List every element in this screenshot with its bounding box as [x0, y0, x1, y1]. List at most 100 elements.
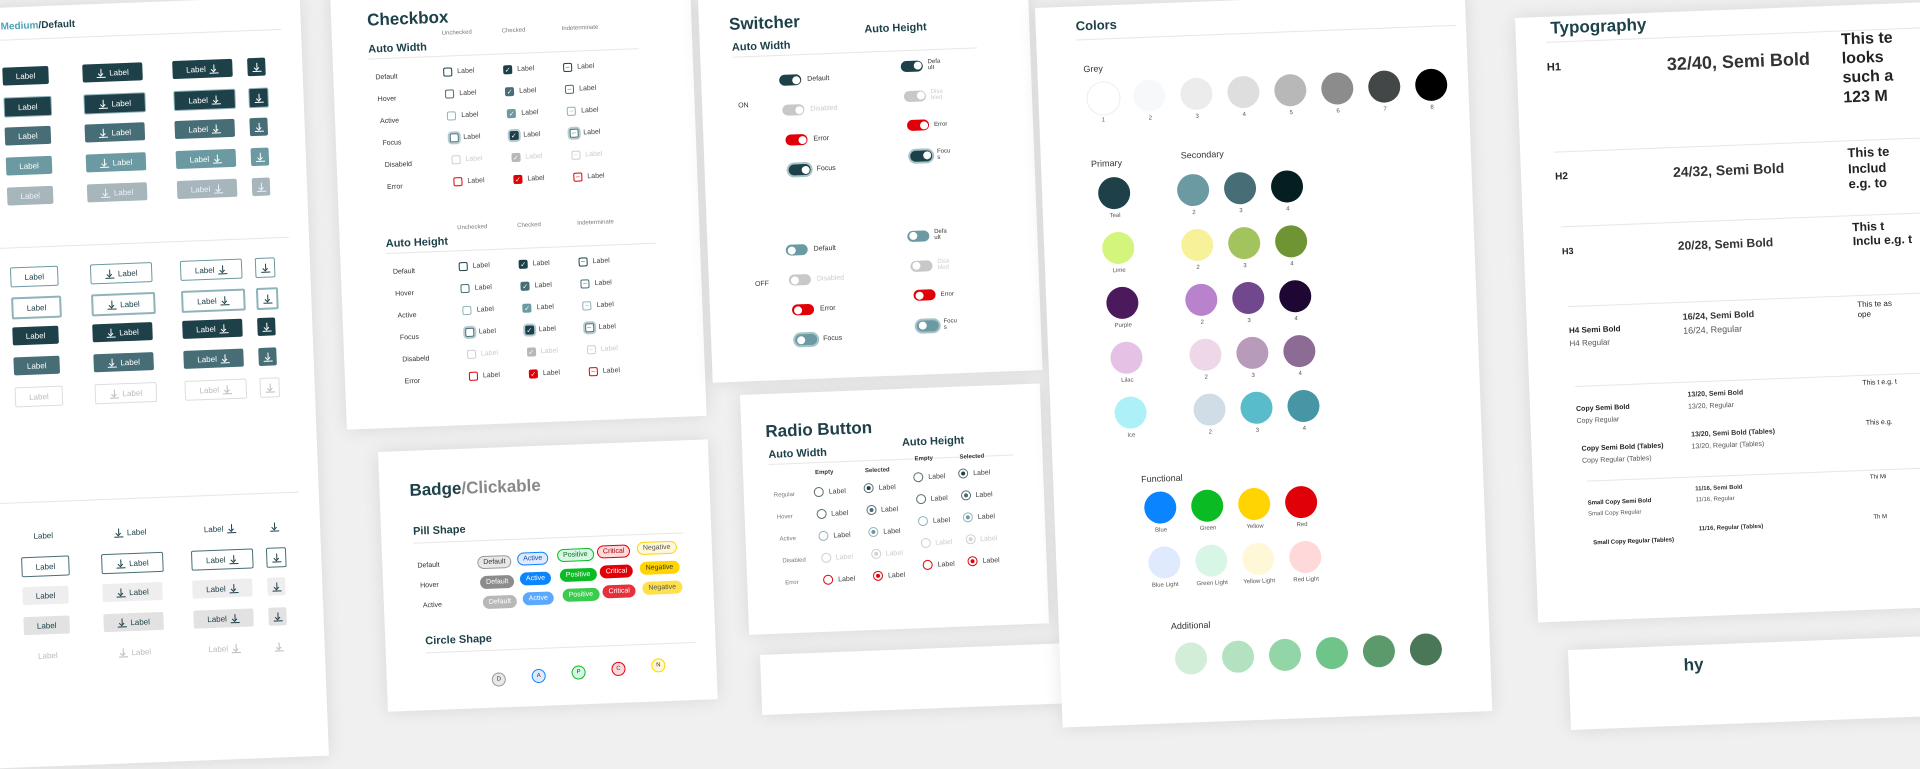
checkbox-item[interactable]: Label — [447, 110, 479, 121]
toggle-switch[interactable] — [910, 149, 933, 162]
button[interactable]: Label — [190, 518, 251, 538]
checkbox-indeterminate[interactable]: – — [582, 301, 592, 311]
radio-empty[interactable] — [815, 508, 827, 520]
radio-item[interactable]: Label — [965, 533, 998, 545]
button[interactable]: Label — [176, 178, 238, 200]
radio-item[interactable]: Label — [815, 508, 849, 520]
checkbox-checked[interactable]: ✓ — [526, 347, 537, 357]
checkbox-item[interactable]: ✓ Label — [524, 325, 556, 335]
badge-negative[interactable]: Negative — [636, 540, 677, 556]
button[interactable] — [247, 57, 266, 77]
radio-selected[interactable] — [868, 526, 879, 538]
toggle-switch[interactable] — [907, 229, 930, 242]
checkbox[interactable] — [451, 155, 461, 165]
checkbox-item[interactable]: – Label — [573, 172, 605, 182]
radio-selected[interactable] — [965, 534, 976, 545]
badge-positive[interactable]: Positive — [562, 587, 600, 603]
radio-empty[interactable] — [922, 559, 933, 571]
checkbox-indeterminate[interactable]: – — [567, 106, 577, 116]
button[interactable]: Label — [85, 152, 147, 173]
checkbox-item[interactable]: – Label — [582, 300, 614, 311]
button[interactable]: Label — [183, 348, 244, 369]
checkbox-checked[interactable]: ✓ — [520, 281, 530, 291]
button[interactable]: Label — [3, 95, 53, 118]
toggle-switch[interactable] — [785, 133, 808, 146]
checkbox-item[interactable]: – Label — [562, 62, 594, 73]
checkbox-indeterminate[interactable]: – — [562, 62, 573, 73]
button[interactable]: Label — [22, 585, 69, 606]
button[interactable]: Label — [91, 291, 156, 317]
checkbox-indeterminate[interactable]: – — [580, 279, 590, 289]
radio-selected[interactable] — [960, 490, 971, 501]
button[interactable] — [257, 317, 276, 337]
button[interactable]: Label — [2, 65, 49, 86]
checkbox[interactable] — [443, 67, 453, 77]
button[interactable]: Label — [180, 288, 246, 313]
checkbox-checked[interactable]: ✓ — [507, 108, 517, 119]
checkbox-item[interactable]: Label — [458, 261, 490, 272]
radio-selected[interactable] — [967, 556, 978, 567]
radio-item[interactable]: Label — [872, 570, 906, 582]
checkbox-item[interactable]: ✓ Label — [507, 108, 539, 119]
button[interactable] — [265, 547, 287, 568]
radio-item[interactable]: Label — [865, 504, 899, 516]
radio-item[interactable]: Label — [915, 493, 948, 505]
button[interactable]: Label — [94, 381, 158, 405]
radio-empty[interactable] — [917, 515, 929, 527]
checkbox[interactable] — [449, 133, 459, 143]
checkbox-item[interactable]: Label — [453, 176, 485, 187]
toggle-switch[interactable] — [788, 273, 812, 286]
checkbox-checked[interactable]: ✓ — [528, 369, 539, 379]
switch-item[interactable]: Error — [906, 118, 948, 132]
badge-active[interactable]: Active — [522, 591, 555, 606]
checkbox[interactable] — [462, 305, 472, 316]
checkbox-item[interactable]: – Label — [567, 106, 598, 116]
checkbox-checked[interactable]: ✓ — [524, 325, 534, 335]
button[interactable]: Label — [5, 155, 53, 176]
radio-item[interactable]: Label — [917, 515, 951, 527]
radio-item[interactable]: Label — [868, 526, 901, 538]
radio-empty[interactable] — [818, 530, 829, 542]
switch-item[interactable]: Default — [785, 243, 837, 256]
badge-negative[interactable]: Negative — [642, 580, 683, 595]
checkbox[interactable] — [460, 283, 470, 294]
checkbox-indeterminate[interactable]: – — [588, 367, 599, 377]
checkbox-indeterminate[interactable]: – — [578, 257, 588, 267]
button[interactable]: Label — [194, 638, 255, 658]
checkbox-checked[interactable]: ✓ — [522, 303, 532, 313]
button[interactable]: Label — [102, 581, 163, 603]
button[interactable]: Label — [13, 355, 61, 376]
checkbox-item[interactable]: Label — [460, 283, 492, 294]
checkbox-checked[interactable]: ✓ — [518, 259, 528, 269]
checkbox-item[interactable]: ✓ Label — [511, 152, 543, 163]
radio-item[interactable]: Label — [960, 489, 993, 501]
checkbox-indeterminate[interactable]: – — [584, 323, 594, 333]
checkbox-indeterminate[interactable]: – — [569, 128, 579, 138]
radio-item[interactable]: Label — [962, 511, 996, 523]
button[interactable] — [250, 147, 270, 167]
button[interactable]: Label — [84, 122, 146, 143]
radio-selected[interactable] — [957, 468, 969, 479]
toggle-switch[interactable] — [903, 89, 927, 102]
switch-item[interactable]: Focu s — [910, 148, 951, 162]
button[interactable] — [254, 257, 276, 279]
badge-active[interactable]: Active — [519, 571, 552, 586]
button[interactable]: Label — [89, 262, 153, 285]
radio-empty[interactable] — [813, 486, 824, 498]
button[interactable]: Label — [14, 385, 64, 408]
button[interactable]: Label — [192, 578, 253, 599]
toggle-switch[interactable] — [916, 319, 939, 332]
button[interactable]: Label — [83, 92, 147, 115]
button[interactable]: Label — [179, 258, 243, 281]
badge-default[interactable]: Default — [479, 574, 515, 590]
button[interactable]: Label — [93, 352, 154, 373]
radio-selected[interactable] — [863, 482, 874, 494]
checkbox[interactable] — [458, 261, 468, 272]
switch-item[interactable]: Disa bled — [910, 258, 951, 272]
toggle-switch[interactable] — [913, 289, 936, 301]
checkbox[interactable] — [445, 89, 455, 99]
button[interactable] — [267, 577, 286, 596]
button[interactable] — [258, 347, 277, 367]
button[interactable]: Label — [86, 182, 148, 203]
radio-item[interactable]: Label — [820, 552, 854, 564]
